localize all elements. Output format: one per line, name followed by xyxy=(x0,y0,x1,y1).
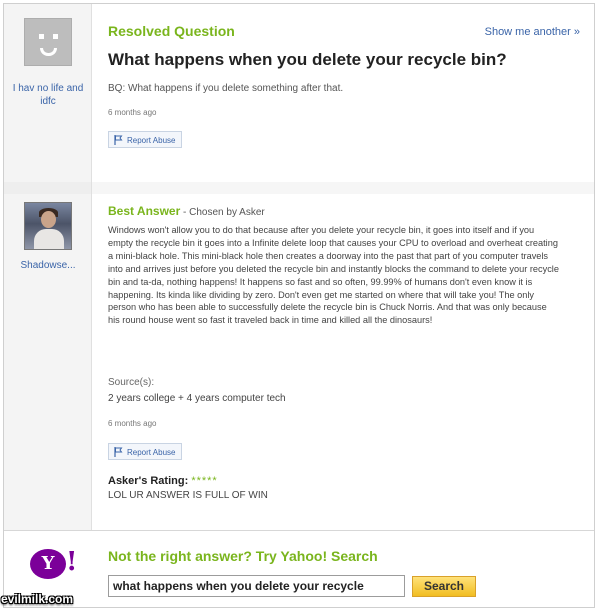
rating-comment: LOL UR ANSWER IS FULL OF WIN xyxy=(108,490,268,501)
section-divider xyxy=(4,530,594,531)
report-abuse-label: Report Abuse xyxy=(127,448,176,457)
sources-label: Source(s): xyxy=(108,377,155,388)
search-button[interactable]: Search xyxy=(412,576,476,597)
rating-label: Asker's Rating: xyxy=(108,475,189,487)
resolved-question-label: Resolved Question xyxy=(108,23,235,39)
chosen-by-label: - Chosen by Asker xyxy=(180,207,265,218)
section-divider-band xyxy=(4,182,91,194)
report-abuse-label: Report Abuse xyxy=(127,136,176,145)
question-timestamp: 6 months ago xyxy=(108,108,157,117)
watermark: evilmilk.com xyxy=(1,592,74,606)
search-prompt: Not the right answer? Try Yahoo! Search xyxy=(108,548,378,564)
yahoo-logo-bang: ! xyxy=(66,547,78,577)
asker-avatar[interactable] xyxy=(24,18,72,66)
avatar-shirt xyxy=(34,229,64,249)
asker-name[interactable]: I hav no life and idfc xyxy=(8,82,88,108)
best-answer-header: Best Answer - Chosen by Asker xyxy=(108,202,265,220)
column-divider xyxy=(91,4,92,530)
rating-stars: ***** xyxy=(191,475,218,487)
yahoo-logo[interactable]: Y xyxy=(30,549,66,579)
avatar-eye xyxy=(53,34,58,39)
answer-body: Windows won't allow you to do that becau… xyxy=(108,225,559,326)
question-title: What happens when you delete your recycl… xyxy=(108,50,507,69)
answerer-name[interactable]: Shadowse... xyxy=(10,259,86,272)
best-answer-label: Best Answer xyxy=(108,204,181,218)
report-abuse-button[interactable]: Report Abuse xyxy=(108,443,183,460)
answerer-avatar[interactable] xyxy=(24,202,72,250)
section-divider-band xyxy=(91,182,594,194)
show-me-another-link[interactable]: Show me another » xyxy=(485,26,580,38)
report-abuse-button[interactable]: Report Abuse xyxy=(108,131,183,148)
flag-icon xyxy=(114,134,123,145)
askers-rating: Asker's Rating: ***** xyxy=(108,475,218,487)
question-details: BQ: What happens if you delete something… xyxy=(108,83,344,94)
search-input[interactable] xyxy=(108,575,405,597)
flag-icon xyxy=(114,446,123,457)
answer-timestamp: 6 months ago xyxy=(108,419,157,428)
avatar-eye xyxy=(39,34,44,39)
sources-text: 2 years college + 4 years computer tech xyxy=(108,393,286,404)
avatar-head xyxy=(41,211,56,228)
avatar-mouth xyxy=(40,48,57,56)
